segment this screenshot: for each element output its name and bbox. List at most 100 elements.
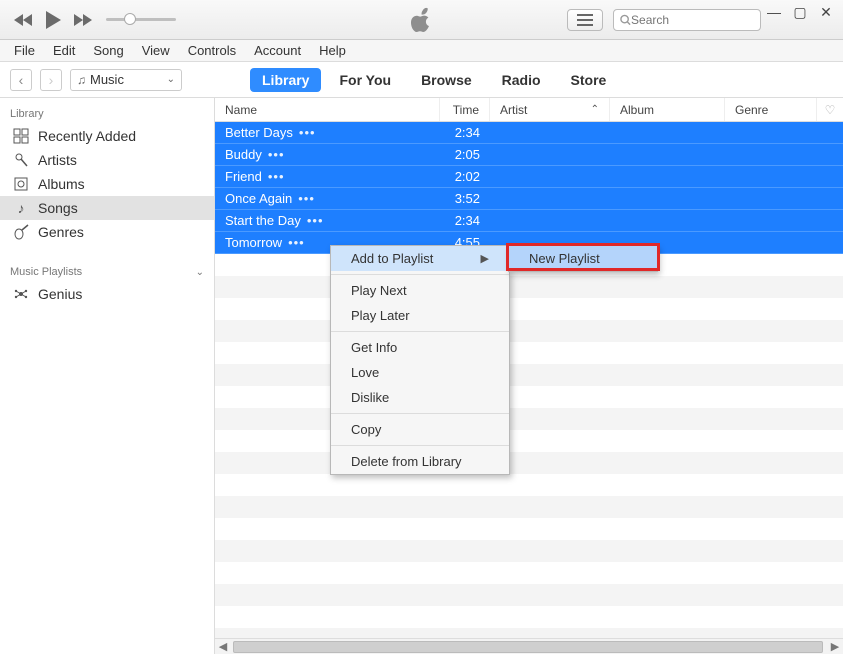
song-rows: Better Days •••2:34Buddy •••2:05Friend •… bbox=[215, 122, 843, 638]
menu-controls[interactable]: Controls bbox=[180, 41, 244, 60]
song-time: 3:52 bbox=[440, 191, 490, 206]
more-icon[interactable]: ••• bbox=[268, 147, 285, 162]
sidebar-item-label: Genres bbox=[38, 224, 84, 240]
song-name: Once Again bbox=[225, 191, 292, 206]
guitar-icon bbox=[12, 224, 30, 240]
menu-file[interactable]: File bbox=[6, 41, 43, 60]
search-input[interactable] bbox=[631, 13, 754, 27]
song-row[interactable]: Buddy •••2:05 bbox=[215, 144, 843, 166]
menu-help[interactable]: Help bbox=[311, 41, 354, 60]
empty-row bbox=[215, 584, 843, 606]
more-icon[interactable]: ••• bbox=[268, 169, 285, 184]
empty-row bbox=[215, 320, 843, 342]
scroll-left-icon[interactable]: ◀ bbox=[215, 640, 231, 653]
song-row[interactable]: Start the Day ••• 2:34 bbox=[215, 210, 843, 232]
empty-row bbox=[215, 628, 843, 638]
sidebar-item-label: Artists bbox=[38, 152, 77, 168]
sidebar-item-genius[interactable]: Genius bbox=[0, 282, 214, 306]
song-name: Friend bbox=[225, 169, 262, 184]
empty-row bbox=[215, 430, 843, 452]
context-menu-item[interactable]: Play Later bbox=[331, 303, 509, 328]
context-menu-separator bbox=[331, 413, 509, 414]
more-icon[interactable]: ••• bbox=[288, 235, 305, 250]
search-box[interactable] bbox=[613, 9, 761, 31]
song-row[interactable]: Once Again ••• 3:52 bbox=[215, 188, 843, 210]
column-time[interactable]: Time bbox=[440, 98, 490, 121]
tab-library[interactable]: Library bbox=[250, 68, 321, 92]
column-name[interactable]: Name bbox=[215, 98, 440, 121]
song-row[interactable]: Better Days •••2:34 bbox=[215, 122, 843, 144]
scroll-right-icon[interactable]: ▶ bbox=[827, 640, 843, 653]
sidebar-item-label: Albums bbox=[38, 176, 85, 192]
song-row[interactable]: Friend •••2:02 bbox=[215, 166, 843, 188]
sidebar-item-label: Genius bbox=[38, 286, 82, 302]
next-button[interactable] bbox=[72, 13, 92, 27]
submenu-item[interactable]: New Playlist bbox=[509, 246, 657, 271]
previous-button[interactable] bbox=[14, 13, 34, 27]
chevron-updown-icon: ⌄ bbox=[167, 74, 175, 85]
context-menu-item[interactable]: Add to Playlist▶ bbox=[331, 246, 509, 271]
column-album[interactable]: Album bbox=[610, 98, 725, 121]
sidebar-item-label: Songs bbox=[38, 200, 78, 216]
empty-row bbox=[215, 386, 843, 408]
context-menu-item[interactable]: Love bbox=[331, 360, 509, 385]
close-button[interactable]: ✕ bbox=[817, 4, 835, 20]
menu-song[interactable]: Song bbox=[85, 41, 131, 60]
scrollbar-thumb[interactable] bbox=[233, 641, 823, 653]
context-menu-separator bbox=[331, 445, 509, 446]
empty-row bbox=[215, 276, 843, 298]
empty-row bbox=[215, 562, 843, 584]
menu-edit[interactable]: Edit bbox=[45, 41, 83, 60]
column-artist[interactable]: Artist ⌃ bbox=[490, 98, 610, 121]
sidebar-item-genres[interactable]: Genres bbox=[0, 220, 214, 244]
context-menu-item[interactable]: Dislike bbox=[331, 385, 509, 410]
context-menu-item[interactable]: Delete from Library bbox=[331, 449, 509, 474]
context-menu-item[interactable]: Play Next bbox=[331, 278, 509, 303]
sidebar-item-label: Recently Added bbox=[38, 128, 136, 144]
menu-view[interactable]: View bbox=[134, 41, 178, 60]
tab-radio[interactable]: Radio bbox=[490, 68, 553, 92]
sidebar-item-songs[interactable]: ♪ Songs bbox=[0, 196, 214, 220]
empty-row bbox=[215, 364, 843, 386]
song-name: Start the Day bbox=[225, 213, 301, 228]
column-headers: Name Time Artist ⌃ Album Genre ♡ bbox=[215, 98, 843, 122]
column-love[interactable]: ♡ bbox=[817, 98, 843, 121]
sidebar-heading-library: Library bbox=[0, 104, 214, 124]
sidebar-item-recently-added[interactable]: Recently Added bbox=[0, 124, 214, 148]
tab-browse[interactable]: Browse bbox=[409, 68, 484, 92]
context-menu-item[interactable]: Copy bbox=[331, 417, 509, 442]
chevron-down-icon: ⌄ bbox=[196, 267, 204, 278]
horizontal-scrollbar[interactable]: ◀ ▶ bbox=[215, 638, 843, 654]
source-picker[interactable]: ♫Music ⌄ bbox=[70, 69, 182, 91]
maximize-button[interactable]: ▢ bbox=[791, 4, 809, 20]
forward-button[interactable]: › bbox=[40, 69, 62, 91]
menu-account[interactable]: Account bbox=[246, 41, 309, 60]
playback-controls bbox=[14, 10, 92, 30]
sidebar-item-albums[interactable]: Albums bbox=[0, 172, 214, 196]
empty-row bbox=[215, 342, 843, 364]
empty-row bbox=[215, 518, 843, 540]
context-submenu: New Playlist bbox=[508, 245, 658, 272]
genius-icon bbox=[12, 286, 30, 302]
more-icon[interactable]: ••• bbox=[298, 191, 315, 206]
empty-row bbox=[215, 474, 843, 496]
grid-icon bbox=[12, 128, 30, 144]
song-time: 2:34 bbox=[440, 213, 490, 228]
column-genre[interactable]: Genre bbox=[725, 98, 817, 121]
volume-slider[interactable] bbox=[106, 18, 176, 21]
sidebar-heading-playlists[interactable]: Music Playlists⌄ bbox=[0, 262, 214, 282]
tab-for-you[interactable]: For You bbox=[327, 68, 403, 92]
list-view-button[interactable] bbox=[567, 9, 603, 31]
tabs: Library For You Browse Radio Store bbox=[250, 68, 618, 92]
more-icon[interactable]: ••• bbox=[299, 125, 316, 140]
tab-store[interactable]: Store bbox=[559, 68, 619, 92]
play-button[interactable] bbox=[44, 10, 62, 30]
context-menu-item[interactable]: Get Info bbox=[331, 335, 509, 360]
sidebar-item-artists[interactable]: Artists bbox=[0, 148, 214, 172]
back-button[interactable]: ‹ bbox=[10, 69, 32, 91]
sidebar: Library Recently Added Artists Albums ♪ … bbox=[0, 98, 215, 654]
more-icon[interactable]: ••• bbox=[307, 213, 324, 228]
context-menu-separator bbox=[331, 274, 509, 275]
song-name: Buddy bbox=[225, 147, 262, 162]
minimize-button[interactable]: — bbox=[765, 4, 783, 20]
